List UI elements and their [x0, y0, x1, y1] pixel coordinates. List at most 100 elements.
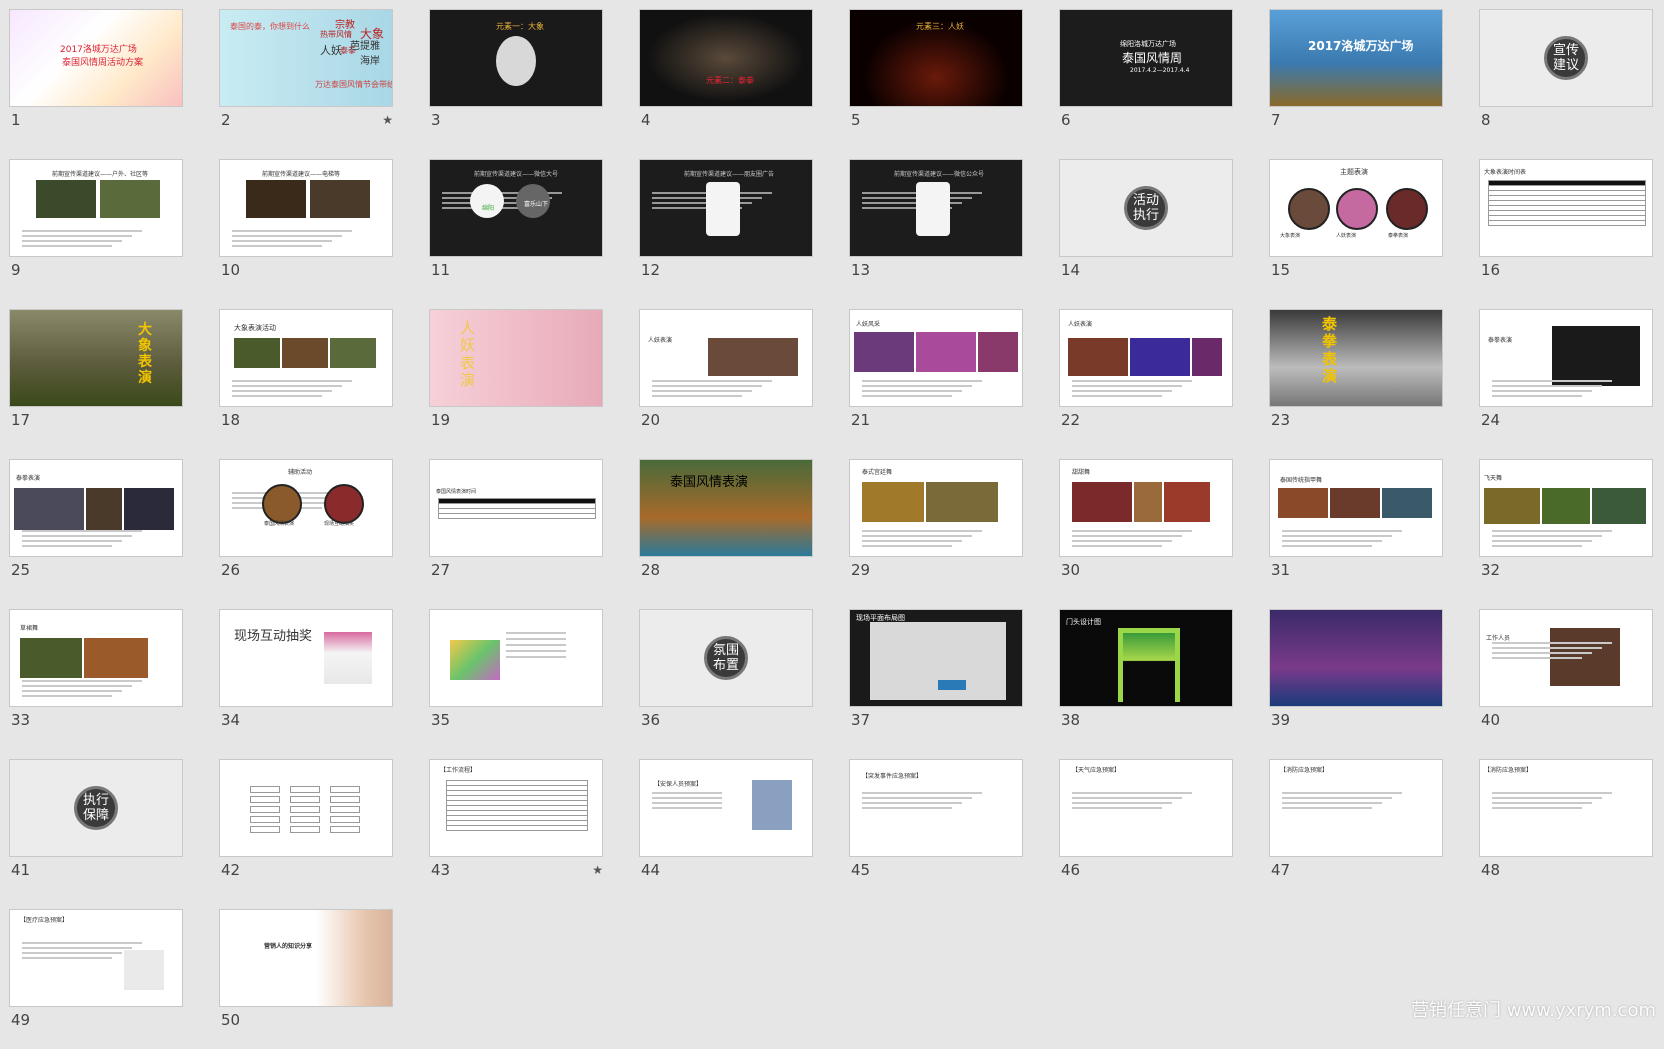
- slide-preview[interactable]: 前期宣传渠道建议——朋友圈广告: [639, 159, 813, 257]
- slide-thumbnail-25[interactable]: 泰拳表演 25: [9, 459, 185, 599]
- slide-thumbnail-12[interactable]: 前期宣传渠道建议——朋友圈广告 12: [639, 159, 815, 299]
- slide-preview[interactable]: 元素三：人妖: [849, 9, 1023, 107]
- slide-preview[interactable]: 主题表演 大象表演 人妖表演 泰拳表演: [1269, 159, 1443, 257]
- slide-thumbnail-44[interactable]: 【安保人员预案】 44: [639, 759, 815, 899]
- slide-preview[interactable]: 现场互动抽奖: [219, 609, 393, 707]
- slide-preview[interactable]: [429, 609, 603, 707]
- slide-thumbnail-2[interactable]: 泰国的泰，你想到什么宗教热带风情大象人妖泰拳芭提雅海岸万达泰国风情节会带给你什么…: [219, 9, 395, 149]
- slide-thumbnail-18[interactable]: 大象表演活动 18: [219, 309, 395, 449]
- slide-preview[interactable]: 【工作流程】: [429, 759, 603, 857]
- slide-preview[interactable]: 2017洛城万达广场 泰国风情周活动方案: [9, 9, 183, 107]
- slide-preview[interactable]: 绵阳洛城万达广场 泰国风情周 2017.4.2—2017.4.4: [1059, 9, 1233, 107]
- slide-preview[interactable]: 人妖表演: [429, 309, 603, 407]
- slide-thumbnail-4[interactable]: 元素二：泰拳 4: [639, 9, 815, 149]
- slide-thumbnail-13[interactable]: 前期宣传渠道建议——微信公众号 13: [849, 159, 1025, 299]
- slide-preview[interactable]: 泰国风情表演时间: [429, 459, 603, 557]
- slide-thumbnail-28[interactable]: 泰国风情表演 28: [639, 459, 815, 599]
- slide-thumbnail-47[interactable]: 【消防应急预案】 47: [1269, 759, 1445, 899]
- slide-preview[interactable]: 大象表演时间表: [1479, 159, 1653, 257]
- slide-preview[interactable]: 泰国传统指甲舞: [1269, 459, 1443, 557]
- slide-thumbnail-17[interactable]: 大象表演 17: [9, 309, 185, 449]
- slide-preview[interactable]: 前期宣传渠道建议——户外、社区等: [9, 159, 183, 257]
- slide-preview[interactable]: 前期宣传渠道建议——微信大号 绵阳 富乐山下: [429, 159, 603, 257]
- slide-thumbnail-3[interactable]: 元素一：大象 3: [429, 9, 605, 149]
- slide-thumbnail-5[interactable]: 元素三：人妖 5: [849, 9, 1025, 149]
- slide-preview[interactable]: 【消防应急预案】: [1269, 759, 1443, 857]
- slide-thumbnail-30[interactable]: 甜甜舞 30: [1059, 459, 1235, 599]
- slide-preview[interactable]: 2017洛城万达广场: [1269, 9, 1443, 107]
- slide-thumbnail-34[interactable]: 现场互动抽奖 34: [219, 609, 395, 749]
- slide-thumbnail-35[interactable]: 35: [429, 609, 605, 749]
- slide-thumbnail-38[interactable]: 门头设计图 38: [1059, 609, 1235, 749]
- slide-preview[interactable]: 泰拳表演: [1479, 309, 1653, 407]
- slide-thumbnail-49[interactable]: 【医疗应急预案】 49: [9, 909, 185, 1049]
- slide-preview[interactable]: 大象表演: [9, 309, 183, 407]
- slide-thumbnail-21[interactable]: 人妖风采 21: [849, 309, 1025, 449]
- slide-preview[interactable]: 【医疗应急预案】: [9, 909, 183, 1007]
- slide-thumbnail-20[interactable]: 人妖表演 20: [639, 309, 815, 449]
- slide-thumbnail-31[interactable]: 泰国传统指甲舞 31: [1269, 459, 1445, 599]
- slide-thumbnail-15[interactable]: 主题表演 大象表演 人妖表演 泰拳表演 15: [1269, 159, 1445, 299]
- slide-thumbnail-37[interactable]: 现场平面布局图 37: [849, 609, 1025, 749]
- slide-preview[interactable]: 人妖风采: [849, 309, 1023, 407]
- slide-thumbnail-45[interactable]: 【突发事件应急预案】 45: [849, 759, 1025, 899]
- slide-preview[interactable]: 现场平面布局图: [849, 609, 1023, 707]
- slide-thumbnail-1[interactable]: 2017洛城万达广场 泰国风情周活动方案 1: [9, 9, 185, 149]
- slide-preview[interactable]: 甜甜舞: [1059, 459, 1233, 557]
- slide-thumbnail-40[interactable]: 工作人员 40: [1479, 609, 1655, 749]
- slide-thumbnail-8[interactable]: 宣传建议 8: [1479, 9, 1655, 149]
- slide-thumbnail-42[interactable]: 42: [219, 759, 395, 899]
- slide-thumbnail-10[interactable]: 前期宣传渠道建议——电梯等 10: [219, 159, 395, 299]
- slide-thumbnail-14[interactable]: 活动执行 14: [1059, 159, 1235, 299]
- slide-preview[interactable]: 泰式宫廷舞: [849, 459, 1023, 557]
- slide-preview[interactable]: 元素一：大象: [429, 9, 603, 107]
- slide-preview[interactable]: 泰国风情表演: [639, 459, 813, 557]
- slide-thumbnail-22[interactable]: 人妖表演 22: [1059, 309, 1235, 449]
- slide-thumbnail-41[interactable]: 执行保障 41: [9, 759, 185, 899]
- slide-thumbnail-33[interactable]: 草裙舞 33: [9, 609, 185, 749]
- slide-thumbnail-16[interactable]: 大象表演时间表 16: [1479, 159, 1655, 299]
- slide-thumbnail-26[interactable]: 辅助活动 泰国风情表演 现场互动抽奖 26: [219, 459, 395, 599]
- slide-thumbnail-48[interactable]: 【消防应急预案】 48: [1479, 759, 1655, 899]
- slide-preview[interactable]: 宣传建议: [1479, 9, 1653, 107]
- slide-thumbnail-50[interactable]: 营销人的知识分享 50: [219, 909, 395, 1049]
- slide-preview[interactable]: 门头设计图: [1059, 609, 1233, 707]
- slide-thumbnail-19[interactable]: 人妖表演 19: [429, 309, 605, 449]
- slide-preview[interactable]: 飞天舞: [1479, 459, 1653, 557]
- slide-preview[interactable]: 【安保人员预案】: [639, 759, 813, 857]
- slide-thumbnail-24[interactable]: 泰拳表演 24: [1479, 309, 1655, 449]
- slide-preview[interactable]: 人妖表演: [639, 309, 813, 407]
- slide-preview[interactable]: 元素二：泰拳: [639, 9, 813, 107]
- slide-preview[interactable]: 活动执行: [1059, 159, 1233, 257]
- slide-preview[interactable]: 前期宣传渠道建议——电梯等: [219, 159, 393, 257]
- slide-preview[interactable]: 人妖表演: [1059, 309, 1233, 407]
- slide-preview[interactable]: 草裙舞: [9, 609, 183, 707]
- slide-thumbnail-36[interactable]: 氛围布置 36: [639, 609, 815, 749]
- slide-preview[interactable]: 执行保障: [9, 759, 183, 857]
- slide-thumbnail-6[interactable]: 绵阳洛城万达广场 泰国风情周 2017.4.2—2017.4.4 6: [1059, 9, 1235, 149]
- slide-thumbnail-46[interactable]: 【天气应急预案】 46: [1059, 759, 1235, 899]
- slide-preview[interactable]: [1269, 609, 1443, 707]
- slide-thumbnail-29[interactable]: 泰式宫廷舞 29: [849, 459, 1025, 599]
- slide-preview[interactable]: 【消防应急预案】: [1479, 759, 1653, 857]
- slide-preview[interactable]: 前期宣传渠道建议——微信公众号: [849, 159, 1023, 257]
- slide-thumbnail-23[interactable]: 泰拳表演 23: [1269, 309, 1445, 449]
- slide-thumbnail-43[interactable]: 【工作流程】 43 ★: [429, 759, 605, 899]
- slide-thumbnail-9[interactable]: 前期宣传渠道建议——户外、社区等 9: [9, 159, 185, 299]
- slide-preview[interactable]: 工作人员: [1479, 609, 1653, 707]
- slide-thumbnail-27[interactable]: 泰国风情表演时间 27: [429, 459, 605, 599]
- slide-preview[interactable]: 营销人的知识分享: [219, 909, 393, 1007]
- slide-thumbnail-32[interactable]: 飞天舞 32: [1479, 459, 1655, 599]
- slide-preview[interactable]: 大象表演活动: [219, 309, 393, 407]
- slide-preview[interactable]: 辅助活动 泰国风情表演 现场互动抽奖: [219, 459, 393, 557]
- slide-preview[interactable]: 【突发事件应急预案】: [849, 759, 1023, 857]
- slide-thumbnail-7[interactable]: 2017洛城万达广场 7: [1269, 9, 1445, 149]
- slide-preview[interactable]: 【天气应急预案】: [1059, 759, 1233, 857]
- slide-preview[interactable]: 氛围布置: [639, 609, 813, 707]
- slide-preview[interactable]: [219, 759, 393, 857]
- slide-preview[interactable]: 泰国的泰，你想到什么宗教热带风情大象人妖泰拳芭提雅海岸万达泰国风情节会带给你什么…: [219, 9, 393, 107]
- slide-thumbnail-11[interactable]: 前期宣传渠道建议——微信大号 绵阳 富乐山下 11: [429, 159, 605, 299]
- slide-preview[interactable]: 泰拳表演: [9, 459, 183, 557]
- slide-thumbnail-39[interactable]: 39: [1269, 609, 1445, 749]
- slide-preview[interactable]: 泰拳表演: [1269, 309, 1443, 407]
